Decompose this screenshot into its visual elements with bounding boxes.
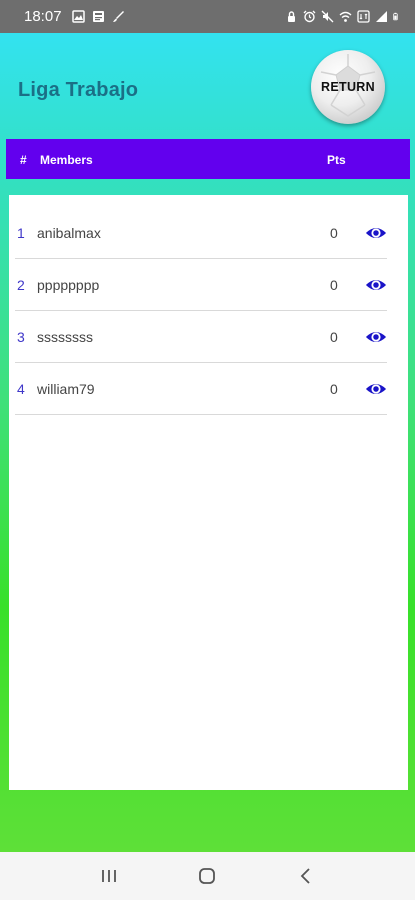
- status-bar: 18:07: [0, 0, 415, 33]
- home-icon: [199, 868, 216, 884]
- news-icon: [92, 11, 104, 22]
- member-rank: 4: [17, 380, 25, 397]
- gallery-icon: [71, 10, 85, 23]
- status-time: 18:07: [24, 8, 62, 25]
- recent-apps-button[interactable]: [89, 856, 129, 896]
- column-rank: #: [20, 153, 27, 167]
- signal-icon: [376, 11, 387, 22]
- back-icon: [300, 868, 310, 884]
- member-rank: 3: [17, 328, 25, 345]
- member-rank: 1: [17, 224, 25, 241]
- member-rank: 2: [17, 276, 25, 293]
- back-button[interactable]: [286, 856, 326, 896]
- wifi-icon: [339, 11, 352, 22]
- status-left: 18:07: [24, 8, 125, 25]
- page-title: Liga Trabajo: [18, 79, 139, 101]
- home-button[interactable]: [187, 856, 227, 896]
- member-points: 0: [330, 328, 338, 345]
- system-nav-bar: [0, 852, 415, 900]
- alarm-icon: [303, 10, 316, 23]
- member-points: 0: [330, 380, 338, 397]
- eye-icon[interactable]: [365, 327, 387, 347]
- column-points: Pts: [327, 153, 346, 167]
- member-name: william79: [37, 380, 95, 397]
- recent-apps-icon: [102, 870, 117, 882]
- member-points: 0: [330, 224, 338, 241]
- member-name: ssssssss: [37, 328, 93, 345]
- battery-icon: [393, 12, 398, 21]
- table-header: # Members Pts: [6, 139, 410, 179]
- mute-icon: [321, 10, 334, 23]
- eye-icon[interactable]: [365, 275, 387, 295]
- eye-icon[interactable]: [365, 379, 387, 399]
- member-name: anibalmax: [37, 224, 101, 241]
- return-button[interactable]: RETURN: [311, 50, 385, 124]
- member-name: pppppppp: [37, 276, 100, 293]
- column-members: Members: [40, 153, 93, 167]
- app-content: Liga Trabajo RETURN # Members Pts 1 anib…: [0, 33, 415, 852]
- lock-icon: [288, 11, 295, 22]
- member-row: 4 william79 0: [15, 363, 387, 415]
- return-label: RETURN: [321, 80, 375, 94]
- member-row: 2 pppppppp 0: [15, 259, 387, 311]
- status-right: [285, 10, 401, 23]
- member-points: 0: [330, 276, 338, 293]
- brush-icon: [112, 11, 124, 22]
- data-icon: [357, 10, 370, 23]
- member-row: 1 anibalmax 0: [15, 207, 387, 259]
- member-row: 3 ssssssss 0: [15, 311, 387, 363]
- members-list: 1 anibalmax 0 2 pppppppp 0 3 ssssssss 0 …: [9, 195, 408, 790]
- eye-icon[interactable]: [365, 223, 387, 243]
